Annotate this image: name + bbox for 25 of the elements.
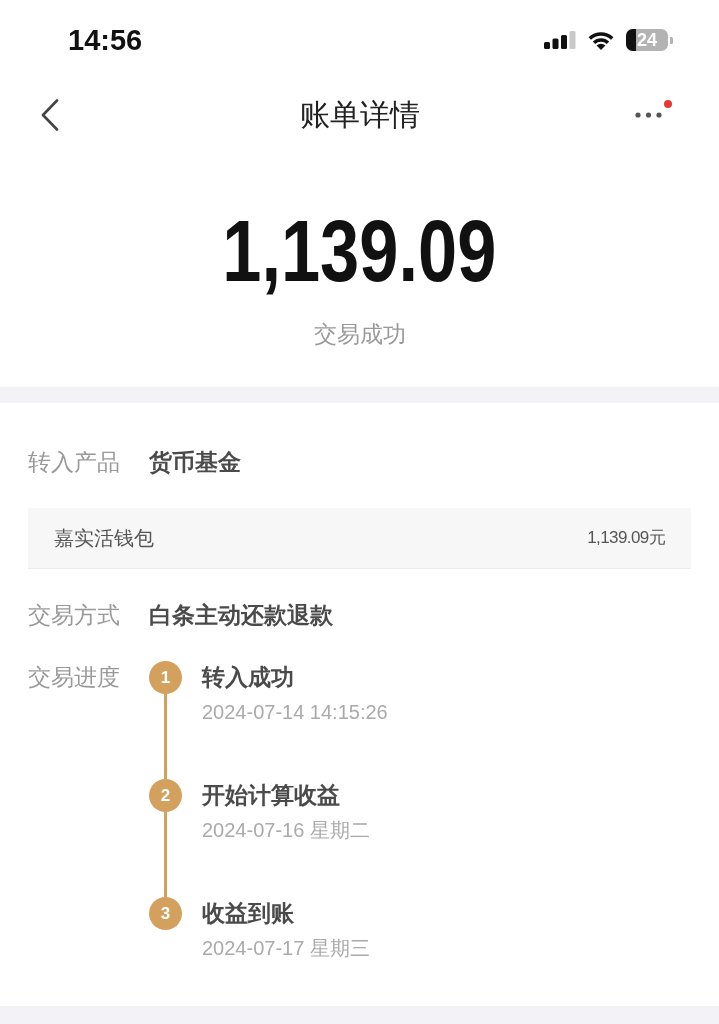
detail-value: 白条主动还款退款: [149, 601, 333, 630]
step-title: 开始计算收益: [202, 781, 341, 810]
step-number: 1: [149, 661, 182, 694]
transaction-status: 交易成功: [313, 320, 406, 349]
status-time: 14:56: [68, 25, 143, 55]
page-title: 账单详情: [298, 97, 421, 133]
step-time: 2024-07-17 星期三: [202, 936, 370, 960]
detail-value: 货币基金: [149, 448, 241, 477]
step-time: 2024-07-14 14:15:26: [202, 700, 388, 724]
step-number: 3: [149, 897, 182, 930]
detail-label: 交易进度: [28, 663, 121, 692]
signal-icon: [544, 31, 576, 49]
detail-label: 转入产品: [28, 448, 121, 477]
step-title: 收益到账: [202, 899, 295, 928]
step-time: 2024-07-16 星期二: [202, 818, 370, 842]
step-number: 2: [149, 779, 182, 812]
more-icon: [635, 112, 662, 118]
product-amount: 1,139.09元: [587, 527, 665, 549]
product-name: 嘉实活钱包: [54, 526, 154, 551]
step-title: 转入成功: [202, 663, 295, 692]
back-icon: [41, 99, 59, 131]
detail-label: 交易方式: [28, 601, 121, 630]
battery-indicator: 24: [626, 29, 673, 51]
wifi-icon: [587, 30, 615, 50]
amount-value: 1,139.09: [222, 207, 497, 295]
